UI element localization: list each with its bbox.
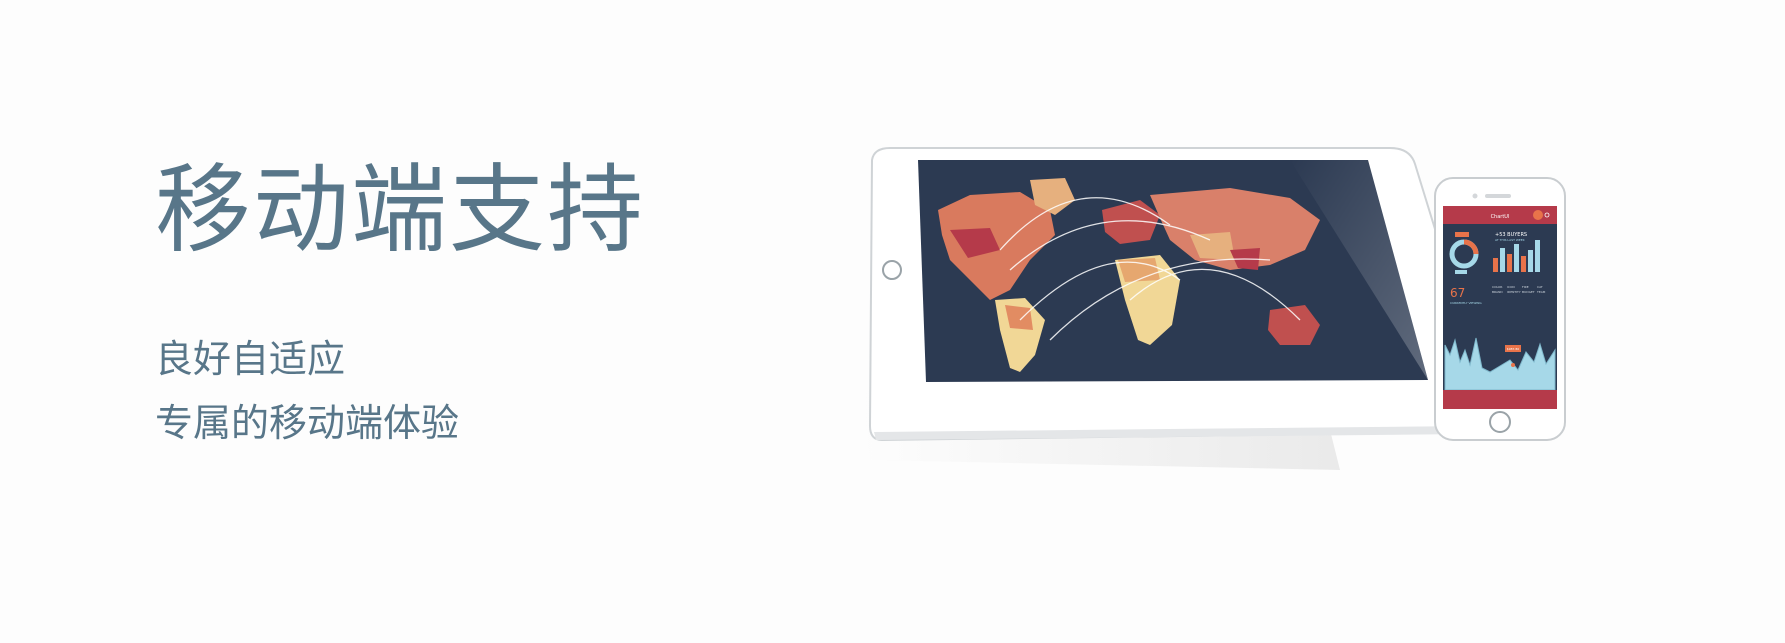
hero-subtitle-mobile-experience: 专属的移动端体验 [155, 401, 460, 445]
tablet-home-button [882, 260, 902, 280]
phone-col-label: ICON [1507, 285, 1515, 289]
phone-tooltip: $987.80 [1507, 347, 1519, 351]
tablet-device [860, 147, 1492, 470]
device-illustration: ChartUI +53 BUYERS AT THIS LAST WEEK 67 … [850, 140, 1630, 520]
phone-col-sub: TEAM [1536, 290, 1546, 294]
phone-home-button [1489, 411, 1511, 433]
phone-col-label: CAT [1537, 285, 1543, 289]
phone-big-number-label: CURRENTLY VIEWING [1450, 301, 1482, 305]
phone-big-number: 67 [1450, 286, 1465, 300]
world-map-screen [918, 160, 1428, 382]
hero-subtitle-adaptive: 良好自适应 [155, 337, 346, 381]
phone-device: ChartUI +53 BUYERS AT THIS LAST WEEK 67 … [1434, 177, 1566, 441]
phone-buyers-sub: AT THIS LAST WEEK [1495, 238, 1526, 242]
phone-col-label: COLOR [1492, 285, 1502, 289]
phone-brand: ChartUI [1491, 214, 1510, 220]
phone-col-sub: BUDGET [1522, 290, 1535, 294]
phone-col-sub: IDENTITY [1507, 290, 1521, 294]
phone-col-sub: BRAND [1492, 290, 1503, 294]
hero-title: 移动端支持 [155, 154, 645, 266]
phone-col-label: FIRE [1522, 285, 1529, 289]
